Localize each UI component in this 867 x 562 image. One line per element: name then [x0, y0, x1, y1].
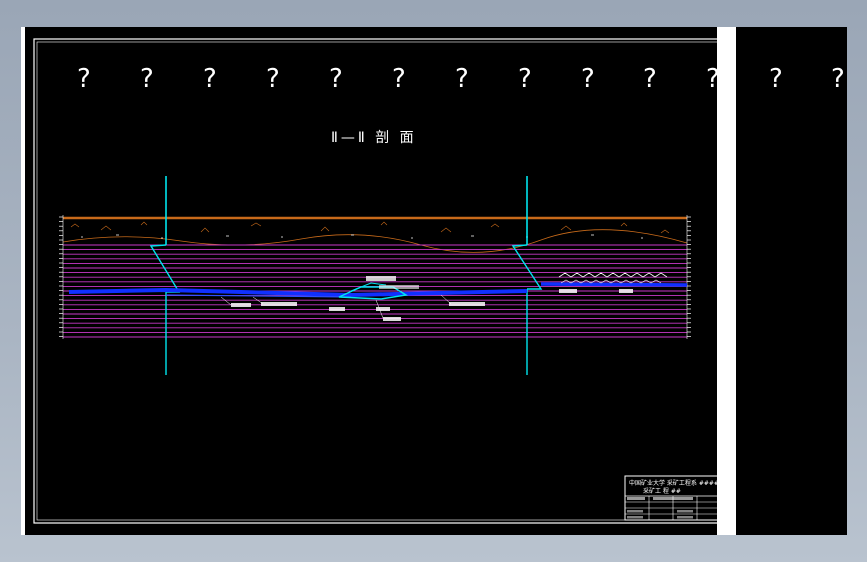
title-block-line1: 中国矿业大学 采矿工程系 #### — [629, 479, 719, 487]
title-block-line2: 采矿工 程 ## — [643, 487, 681, 495]
sheet-edge-left — [21, 27, 25, 535]
placeholder-glyph: ? — [392, 64, 406, 94]
placeholder-glyph: ? — [266, 64, 280, 94]
placeholder-glyph: ? — [518, 64, 532, 94]
placeholder-glyph: ? — [831, 64, 845, 94]
placeholder-glyph: ? — [706, 64, 720, 94]
placeholder-glyph: ? — [455, 64, 469, 94]
cad-canvas: ????????????? Ⅱ—Ⅱ 剖 面 中国矿业大学 采矿工程系 #### … — [21, 27, 847, 535]
placeholder-glyph: ? — [643, 64, 657, 94]
placeholder-glyph: ? — [329, 64, 343, 94]
sheet-gap — [717, 27, 736, 535]
right-panel — [735, 27, 847, 535]
placeholder-glyph: ? — [203, 64, 217, 94]
placeholder-glyph: ? — [581, 64, 595, 94]
placeholder-glyph: ? — [77, 64, 91, 94]
placeholder-glyph: ? — [140, 64, 154, 94]
section-title: Ⅱ—Ⅱ 剖 面 — [331, 130, 417, 146]
placeholder-glyph: ? — [769, 64, 783, 94]
